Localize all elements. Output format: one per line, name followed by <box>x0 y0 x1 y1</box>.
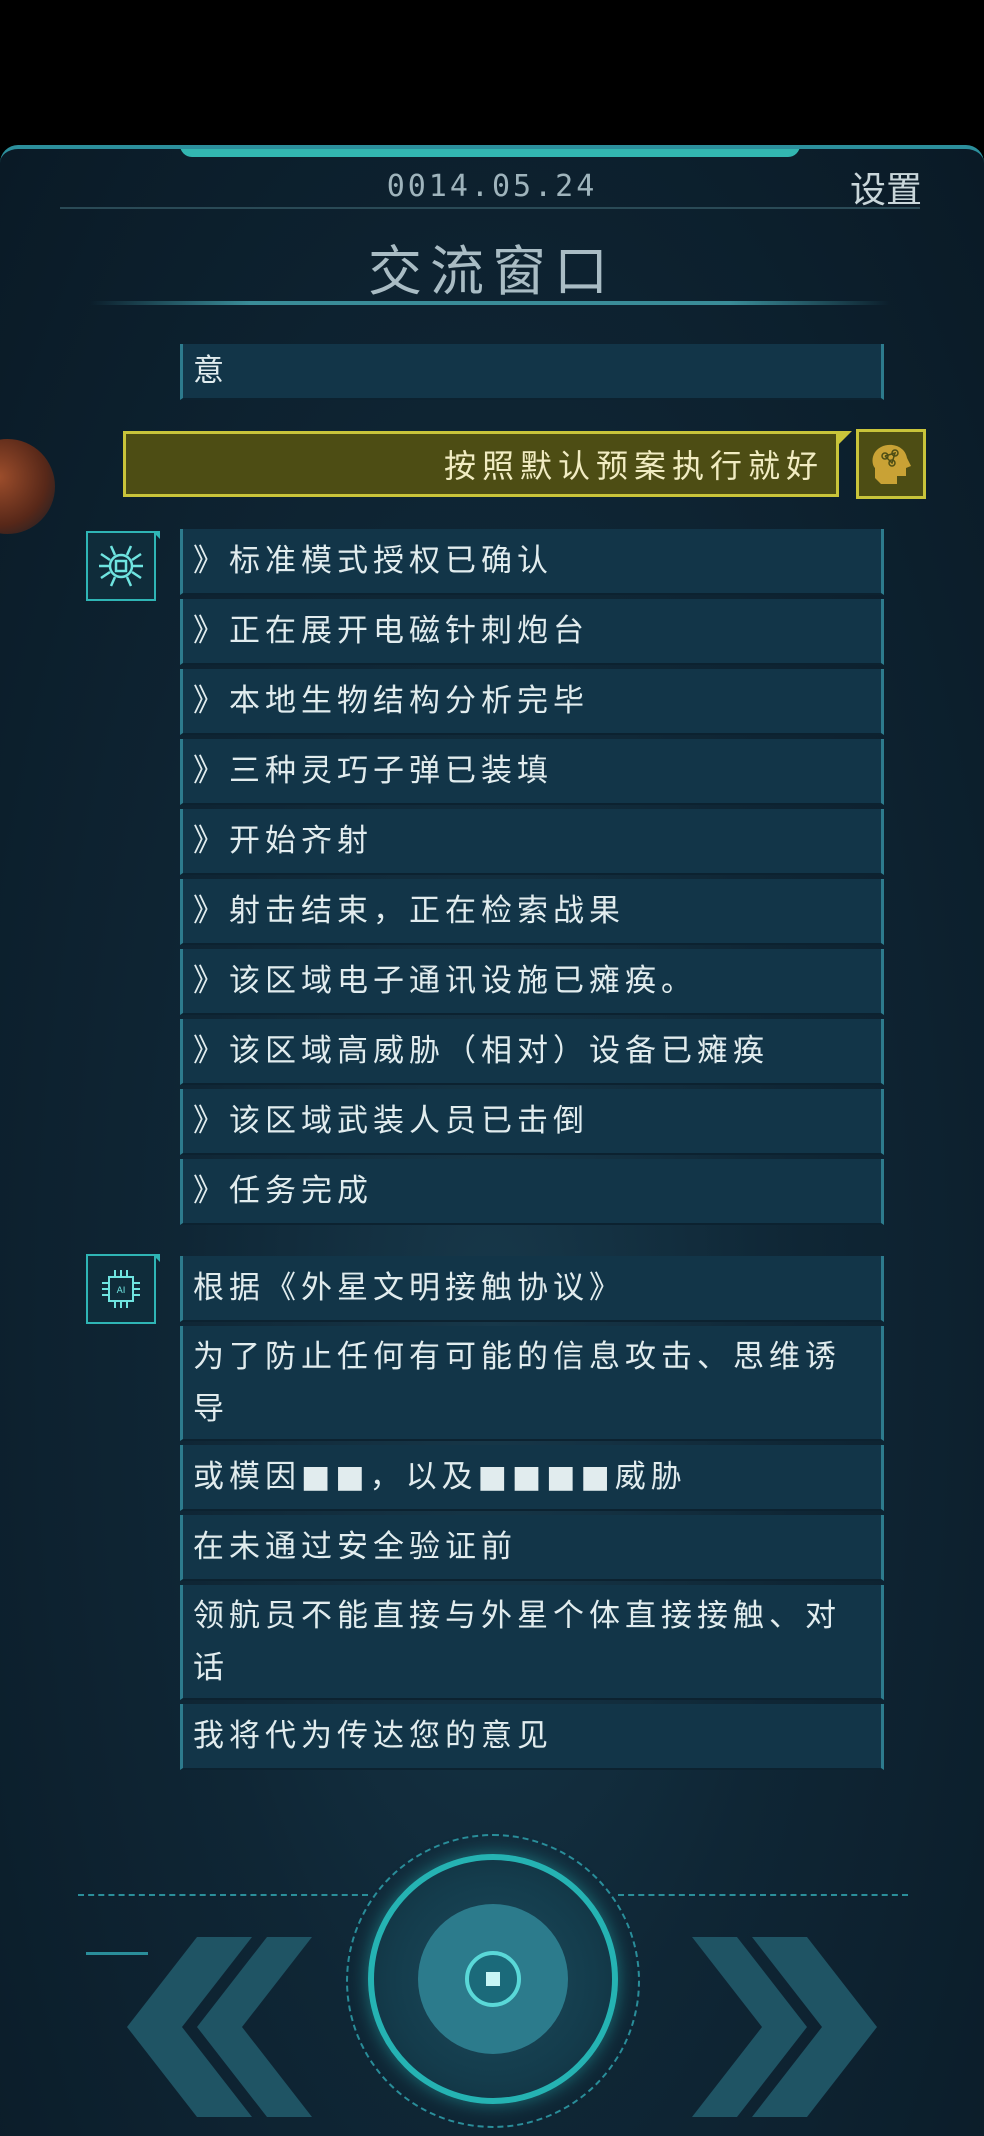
message-text: 》正在展开电磁针刺炮台 <box>193 613 589 649</box>
chat-window: 0014.05.24 设置 交流窗口 意 按照默认预案执行就好 》标准模式授权已… <box>0 145 984 2136</box>
bot-message: 》三种灵巧子弹已装填 <box>180 739 884 805</box>
bot-message: 为了防止任何有可能的信息攻击、思维诱导 <box>180 1326 884 1441</box>
message-text: 》开始齐射 <box>193 823 373 859</box>
double-chevron-left-icon[interactable] <box>92 1927 312 2127</box>
divider <box>60 207 920 209</box>
bot-message: 》开始齐射 <box>180 809 884 875</box>
message-text: 在未通过安全验证前 <box>193 1529 517 1565</box>
bot-message: 领航员不能直接与外星个体直接接触、对话 <box>180 1585 884 1700</box>
message-text: 》任务完成 <box>193 1173 373 1209</box>
bot-message-partial: 意 <box>180 344 884 400</box>
frame-glow <box>180 149 800 157</box>
message-text: 》本地生物结构分析完毕 <box>193 683 589 719</box>
bot-message: 》本地生物结构分析完毕 <box>180 669 884 735</box>
center-button-dot <box>465 1951 521 2007</box>
bot-message: 在未通过安全验证前 <box>180 1515 884 1581</box>
message-text: 领航员不能直接与外星个体直接接触、对话 <box>193 1597 841 1686</box>
user-message: 按照默认预案执行就好 <box>123 431 852 497</box>
message-text: 》该区域电子通讯设施已瘫痪。 <box>193 963 697 999</box>
brain-head-icon <box>856 429 926 499</box>
message-text: 意 <box>193 353 229 389</box>
center-action-button[interactable] <box>368 1854 618 2104</box>
page-title: 交流窗口 <box>368 240 616 303</box>
background-planet <box>0 439 55 534</box>
date-display: 0014.05.24 <box>386 169 598 204</box>
bot-message: 根据《外星文明接触协议》 <box>180 1256 884 1322</box>
bot-message: 》该区域电子通讯设施已瘫痪。 <box>180 949 884 1015</box>
message-text: 》三种灵巧子弹已装填 <box>193 753 553 789</box>
message-text: 》该区域高威胁（相对）设备已瘫痪 <box>193 1033 769 1069</box>
bot-message: 》该区域武装人员已击倒 <box>180 1089 884 1155</box>
message-text: 或模因■■，以及■■■■威胁 <box>193 1459 687 1495</box>
bot-message: 我将代为传达您的意见 <box>180 1704 884 1770</box>
user-message-text: 按照默认预案执行就好 <box>443 447 824 485</box>
nav-dash-left <box>78 1894 368 1896</box>
message-text: 我将代为传达您的意见 <box>193 1718 553 1754</box>
bot-message: 》该区域高威胁（相对）设备已瘫痪 <box>180 1019 884 1085</box>
settings-button[interactable]: 设置 <box>850 161 922 213</box>
message-text: 为了防止任何有可能的信息攻击、思维诱导 <box>193 1338 841 1427</box>
title-divider <box>90 301 890 305</box>
nav-dash-right <box>618 1894 908 1896</box>
message-text: 》标准模式授权已确认 <box>193 543 553 579</box>
bot-message: 》标准模式授权已确认 <box>180 529 884 595</box>
message-text: 》该区域武装人员已击倒 <box>193 1103 589 1139</box>
svg-text:AI: AI <box>117 1286 126 1296</box>
ai-chip-icon: AI <box>86 1254 160 1324</box>
bot-message: 》正在展开电磁针刺炮台 <box>180 599 884 665</box>
message-text: 根据《外星文明接触协议》 <box>193 1270 625 1306</box>
bot-message: 或模因■■，以及■■■■威胁 <box>180 1445 884 1511</box>
bot-message: 》射击结束，正在检索战果 <box>180 879 884 945</box>
status-bar-area <box>0 0 984 145</box>
message-text: 》射击结束，正在检索战果 <box>193 893 625 929</box>
bot-message: 》任务完成 <box>180 1159 884 1225</box>
double-chevron-right-icon[interactable] <box>692 1927 912 2127</box>
spider-bot-icon <box>86 531 160 601</box>
